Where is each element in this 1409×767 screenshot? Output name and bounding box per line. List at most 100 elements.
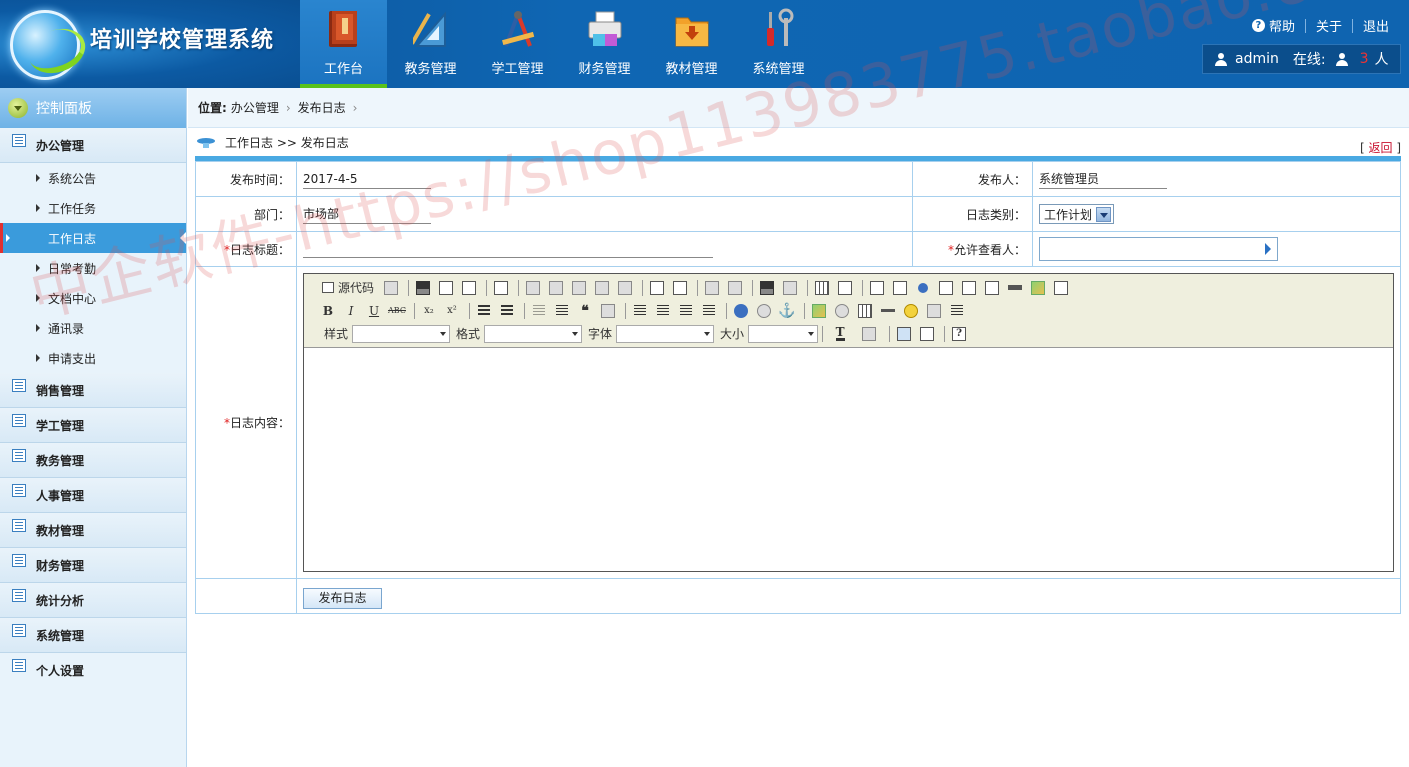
bg-color-button[interactable] — [856, 325, 882, 343]
smiley-button[interactable] — [901, 302, 921, 320]
nav-tab-academic[interactable]: 教务管理 — [387, 0, 474, 88]
nav-tab-workbench[interactable]: 工作台 — [300, 0, 387, 88]
sidebar-group-student[interactable]: 学工管理 — [0, 408, 186, 443]
sidebar-item-worklog[interactable]: 工作日志 — [0, 223, 186, 253]
nav-tab-materials[interactable]: 教材管理 — [648, 0, 735, 88]
about-link[interactable]: 关于 — [1316, 16, 1342, 35]
ordered-list-button[interactable] — [474, 302, 494, 320]
paste-text-button[interactable] — [592, 279, 612, 297]
anchor-button[interactable]: ⚓ — [777, 302, 797, 320]
select-field-button[interactable] — [982, 279, 1002, 297]
blockquote-button[interactable]: ❝ — [575, 302, 595, 320]
logout-link[interactable]: 退出 — [1363, 16, 1389, 35]
div-button[interactable] — [598, 302, 618, 320]
save-button[interactable] — [413, 279, 433, 297]
style-combo[interactable] — [352, 324, 451, 343]
format-combo[interactable] — [484, 324, 583, 343]
size-combo[interactable] — [748, 324, 819, 343]
back-link[interactable]: 返回 — [1368, 141, 1392, 155]
select-all-button[interactable] — [812, 279, 832, 297]
flash-button[interactable] — [832, 302, 852, 320]
checkbox-button[interactable] — [890, 279, 910, 297]
replace-button[interactable] — [780, 279, 800, 297]
new-page-button[interactable] — [381, 279, 401, 297]
nav-tab-system[interactable]: 系统管理 — [735, 0, 822, 88]
editor-content-area[interactable] — [304, 348, 1393, 571]
sidebar-group-system[interactable]: 系统管理 — [0, 618, 186, 653]
log-title-input[interactable] — [303, 238, 713, 258]
justify-button[interactable] — [699, 302, 719, 320]
sidebar-item-contacts[interactable]: 通讯录 — [0, 313, 186, 343]
sidebar-item-tasks[interactable]: 工作任务 — [0, 193, 186, 223]
maximize-button[interactable] — [894, 325, 914, 343]
nav-tab-finance[interactable]: 财务管理 — [561, 0, 648, 88]
radio-button[interactable] — [913, 279, 933, 297]
hr-button[interactable] — [878, 302, 898, 320]
button-field-button[interactable] — [1005, 279, 1025, 297]
outdent-button[interactable] — [529, 302, 549, 320]
source-code-button[interactable]: 源代码 — [318, 279, 378, 297]
copy-button[interactable] — [546, 279, 566, 297]
align-left-button[interactable] — [630, 302, 650, 320]
redo-button[interactable] — [725, 279, 745, 297]
publish-time-input[interactable]: 2017-4-5 — [303, 169, 431, 189]
cut-button[interactable] — [523, 279, 543, 297]
sidebar-item-expense[interactable]: 申请支出 — [0, 343, 186, 373]
help-link[interactable]: 帮助 — [1269, 16, 1295, 35]
align-center-button[interactable] — [653, 302, 673, 320]
sidebar-group-office[interactable]: 办公管理 — [0, 128, 186, 163]
breadcrumb-item-office[interactable]: 办公管理 — [231, 99, 279, 116]
form-button[interactable] — [867, 279, 887, 297]
sidebar-group-sales[interactable]: 销售管理 — [0, 373, 186, 408]
about-editor-button[interactable]: ? — [949, 325, 969, 343]
sidebar-group-statistics[interactable]: 统计分析 — [0, 583, 186, 618]
viewers-picker[interactable] — [1039, 237, 1278, 261]
link-button[interactable] — [731, 302, 751, 320]
image-button[interactable] — [809, 302, 829, 320]
find-button[interactable] — [757, 279, 777, 297]
font-combo[interactable] — [616, 324, 715, 343]
sidebar-item-documents[interactable]: 文档中心 — [0, 283, 186, 313]
log-type-select[interactable]: 工作计划 — [1039, 204, 1115, 224]
preview-button[interactable] — [459, 279, 479, 297]
department-input[interactable]: 市场部 — [303, 204, 431, 224]
subscript-button[interactable]: x₂ — [419, 302, 439, 320]
sidebar-group-hr[interactable]: 人事管理 — [0, 478, 186, 513]
indent-button[interactable] — [552, 302, 572, 320]
textarea-button[interactable] — [959, 279, 979, 297]
remove-format-button[interactable] — [835, 279, 855, 297]
pagebreak-button[interactable] — [947, 302, 967, 320]
bullet-list-button[interactable] — [497, 302, 517, 320]
superscript-button[interactable]: x² — [442, 302, 462, 320]
unlink-button[interactable] — [754, 302, 774, 320]
breadcrumb-item-publish[interactable]: 发布日志 — [298, 99, 346, 116]
nav-tab-student[interactable]: 学工管理 — [474, 0, 561, 88]
control-panel-header[interactable]: 控制面板 — [0, 88, 186, 128]
hidden-field-button[interactable] — [1051, 279, 1071, 297]
align-right-button[interactable] — [676, 302, 696, 320]
sidebar-group-materials[interactable]: 教材管理 — [0, 513, 186, 548]
paste-word-button[interactable] — [615, 279, 635, 297]
textfield-button[interactable] — [936, 279, 956, 297]
new-doc-button[interactable] — [436, 279, 456, 297]
sidebar-group-personal[interactable]: 个人设置 — [0, 653, 186, 688]
table-button[interactable] — [855, 302, 875, 320]
print-button[interactable] — [647, 279, 667, 297]
sidebar-group-finance[interactable]: 财务管理 — [0, 548, 186, 583]
sidebar-item-attendance[interactable]: 日常考勤 — [0, 253, 186, 283]
special-char-button[interactable] — [924, 302, 944, 320]
sidebar-group-academic[interactable]: 教务管理 — [0, 443, 186, 478]
strike-button[interactable]: ABC — [387, 302, 407, 320]
sidebar-item-announcements[interactable]: 系统公告 — [0, 163, 186, 193]
template-button[interactable] — [491, 279, 511, 297]
underline-button[interactable]: U — [364, 302, 384, 320]
paste-button[interactable] — [569, 279, 589, 297]
italic-button[interactable]: I — [341, 302, 361, 320]
bold-button[interactable]: B — [318, 302, 338, 320]
publish-log-button[interactable]: 发布日志 — [303, 587, 382, 609]
show-blocks-button[interactable] — [917, 325, 937, 343]
undo-button[interactable] — [702, 279, 722, 297]
image-button-button[interactable] — [1028, 279, 1048, 297]
text-color-button[interactable]: T — [827, 325, 853, 343]
spellcheck-button[interactable] — [670, 279, 690, 297]
